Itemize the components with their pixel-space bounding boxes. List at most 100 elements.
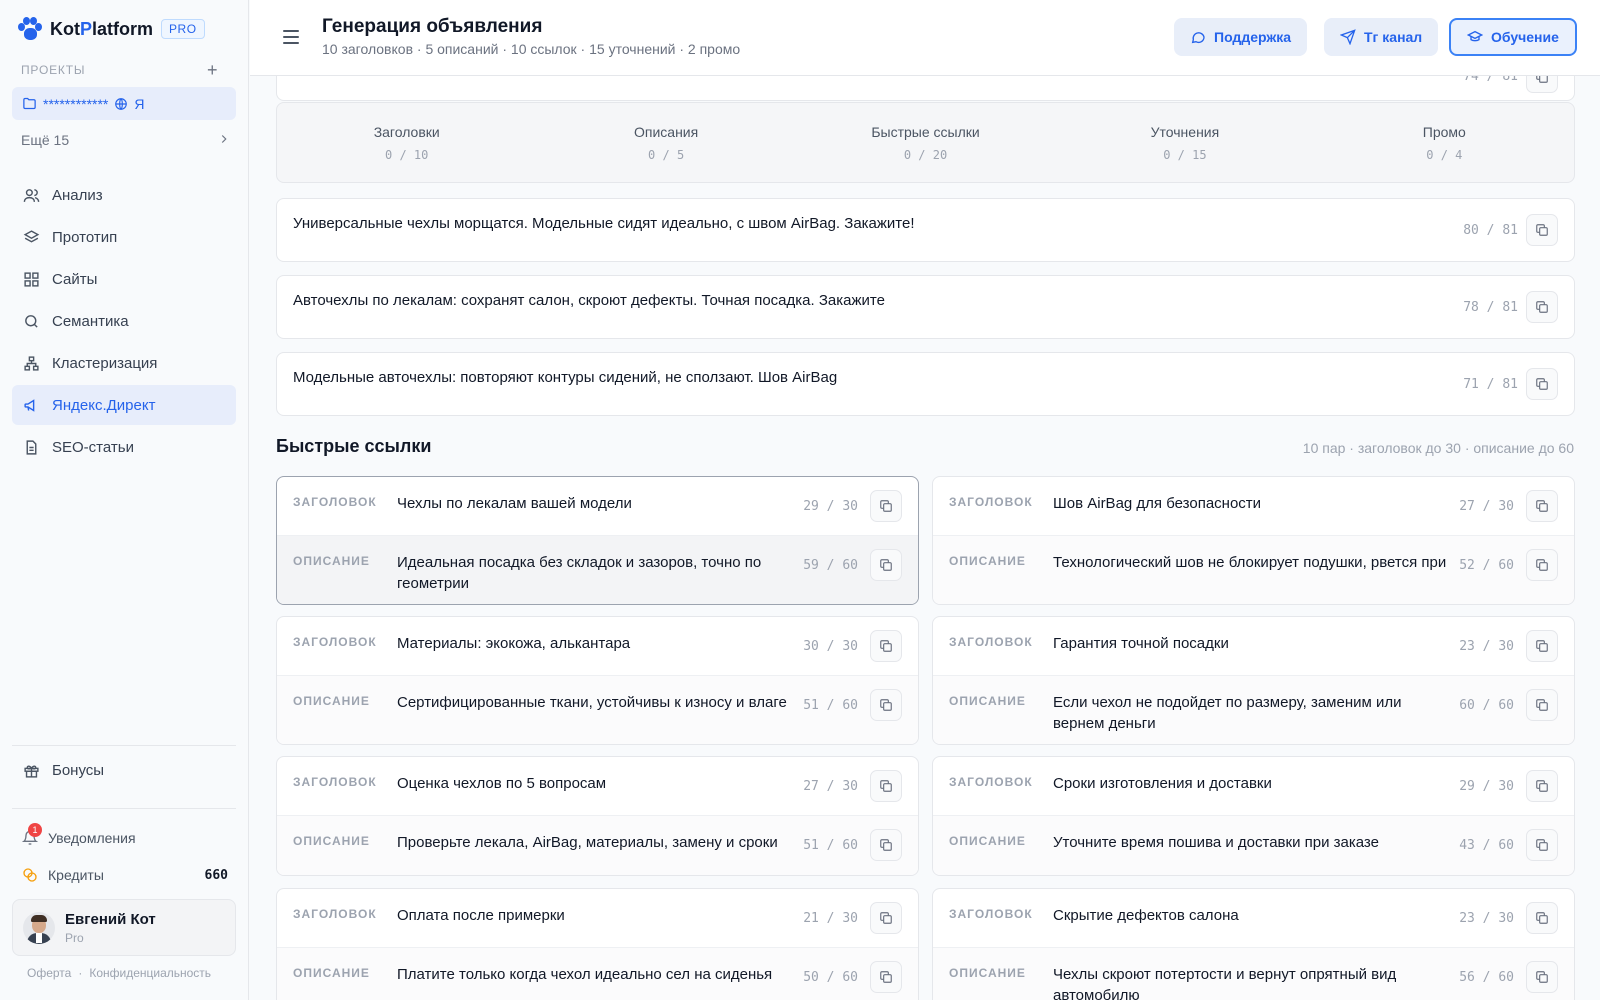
copy-icon: [880, 839, 892, 851]
copy-button[interactable]: [1526, 368, 1558, 400]
char-count: 78 / 81: [1463, 300, 1518, 315]
tab-sitelinks[interactable]: Быстрые ссылки 0 / 20: [796, 124, 1055, 162]
copy-icon: [1536, 301, 1548, 313]
sitelink-card[interactable]: ЗАГОЛОВОК Чехлы по лекалам вашей модели …: [276, 476, 919, 605]
copy-button[interactable]: [870, 961, 902, 993]
kind-label: ОПИСАНИЕ: [949, 554, 1026, 568]
telegram-button[interactable]: Тг канал: [1324, 18, 1439, 56]
partial-headline-card: 74 / 81: [276, 76, 1575, 101]
credits-row[interactable]: Кредиты 660: [22, 867, 228, 883]
tab-headlines[interactable]: Заголовки 0 / 10: [277, 124, 536, 162]
user-name: Евгений Кот: [65, 910, 156, 928]
notifications-link[interactable]: 1 Уведомления: [21, 823, 136, 846]
sitelink-card[interactable]: ЗАГОЛОВОК Гарантия точной посадки 23 / 3…: [932, 616, 1575, 745]
copy-button[interactable]: [870, 829, 902, 861]
nav-item-semantics[interactable]: Семантика: [12, 301, 236, 341]
sidebar: KotPlatform PRO ПРОЕКТЫ + ************ Я…: [0, 0, 249, 1000]
chat-icon: [1191, 32, 1205, 44]
copy-button[interactable]: [1526, 770, 1558, 802]
send-icon: [1340, 29, 1356, 45]
tab-promo[interactable]: Промо 0 / 4: [1315, 124, 1574, 162]
sitelink-title: Скрытие дефектов салона: [1053, 907, 1239, 924]
add-project-button[interactable]: +: [207, 60, 218, 81]
kind-label: ОПИСАНИЕ: [293, 694, 370, 708]
char-count: 21 / 30: [803, 911, 858, 926]
gift-icon: [24, 765, 39, 778]
notification-count-badge: 1: [28, 823, 42, 837]
bonus-link[interactable]: Бонусы: [23, 762, 104, 779]
offer-link[interactable]: Оферта: [27, 966, 71, 980]
copy-button[interactable]: [1526, 630, 1558, 662]
kind-label: ЗАГОЛОВОК: [949, 495, 1033, 509]
brand[interactable]: KotPlatform PRO: [18, 16, 205, 42]
sitelink-card[interactable]: ЗАГОЛОВОК Материалы: экокожа, алькантара…: [276, 616, 919, 745]
copy-button[interactable]: [1526, 961, 1558, 993]
char-count: 60 / 60: [1459, 698, 1514, 713]
sitelink-card[interactable]: ЗАГОЛОВОК Сроки изготовления и доставки …: [932, 756, 1575, 876]
nav-item-prototype[interactable]: Прототип: [12, 217, 236, 257]
menu-toggle-icon[interactable]: [283, 30, 299, 44]
tab-descriptions[interactable]: Описания 0 / 5: [536, 124, 795, 162]
copy-icon: [1536, 76, 1548, 83]
copy-button[interactable]: [1526, 291, 1558, 323]
copy-icon: [1536, 378, 1548, 390]
sitelink-description-row: ОПИСАНИЕ Проверьте лекала, AirBag, матер…: [277, 816, 918, 875]
page-subtitle: 10 заголовков · 5 описаний · 10 ссылок ·…: [322, 41, 741, 57]
copy-button[interactable]: [1526, 689, 1558, 721]
copy-button[interactable]: [1526, 549, 1558, 581]
sidebar-divider: [12, 808, 236, 809]
nav-item-clustering[interactable]: Кластеризация: [12, 343, 236, 383]
kind-label: ЗАГОЛОВОК: [293, 775, 377, 789]
sitelink-card[interactable]: ЗАГОЛОВОК Скрытие дефектов салона 23 / 3…: [932, 888, 1575, 1000]
privacy-link[interactable]: Конфиденциальность: [89, 966, 211, 980]
bell-icon: 1: [21, 823, 42, 846]
footer-separator: ·: [78, 966, 83, 980]
support-button[interactable]: Поддержка: [1174, 18, 1308, 56]
nav-item-analysis[interactable]: Анализ: [12, 175, 236, 215]
char-count: 52 / 60: [1459, 558, 1514, 573]
copy-button[interactable]: [1526, 76, 1558, 93]
user-card[interactable]: Евгений Кот Pro: [12, 899, 236, 956]
sitelink-card[interactable]: ЗАГОЛОВОК Шов AirBag для безопасности 27…: [932, 476, 1575, 605]
kind-label: ЗАГОЛОВОК: [293, 907, 377, 921]
brand-name: KotPlatform: [50, 18, 154, 39]
paw-logo-icon: [18, 17, 42, 41]
copy-icon: [1536, 699, 1548, 711]
nav-item-seo-articles[interactable]: SEO-статьи: [12, 427, 236, 467]
more-projects[interactable]: Ещё 15: [21, 132, 231, 148]
sitelink-title-row: ЗАГОЛОВОК Чехлы по лекалам вашей модели …: [277, 477, 918, 536]
copy-button[interactable]: [870, 770, 902, 802]
project-name: ************: [43, 95, 109, 112]
sitelink-title-row: ЗАГОЛОВОК Оплата после примерки 21 / 30: [277, 889, 918, 948]
copy-button[interactable]: [870, 689, 902, 721]
kind-label: ЗАГОЛОВОК: [293, 495, 377, 509]
sitelink-card[interactable]: ЗАГОЛОВОК Оценка чехлов по 5 вопросам 27…: [276, 756, 919, 876]
learning-button[interactable]: Обучение: [1449, 18, 1577, 56]
copy-button[interactable]: [1526, 902, 1558, 934]
copy-button[interactable]: [1526, 214, 1558, 246]
sitelink-description: Чехлы скроют потертости и вернут опрятны…: [1053, 966, 1397, 1000]
sitelink-title-row: ЗАГОЛОВОК Шов AirBag для безопасности 27…: [933, 477, 1574, 536]
copy-icon: [1536, 500, 1548, 512]
copy-button[interactable]: [870, 549, 902, 581]
char-count: 80 / 81: [1463, 223, 1518, 238]
footer-links: Оферта · Конфиденциальность: [27, 966, 211, 980]
project-selector[interactable]: ************ Я: [12, 87, 236, 120]
nav-item-yandex-direct[interactable]: Яндекс.Директ: [12, 385, 236, 425]
tab-callouts[interactable]: Уточнения 0 / 15: [1055, 124, 1314, 162]
kind-label: ОПИСАНИЕ: [293, 966, 370, 980]
main-content: 74 / 81 Заголовки 0 / 10 Описания 0 / 5 …: [250, 76, 1600, 1000]
copy-button[interactable]: [870, 630, 902, 662]
copy-button[interactable]: [1526, 490, 1558, 522]
char-count: 56 / 60: [1459, 970, 1514, 985]
char-count: 51 / 60: [803, 838, 858, 853]
sitelink-title-row: ЗАГОЛОВОК Сроки изготовления и доставки …: [933, 757, 1574, 816]
char-count: 71 / 81: [1463, 377, 1518, 392]
copy-button[interactable]: [870, 902, 902, 934]
char-count: 51 / 60: [803, 698, 858, 713]
copy-icon: [880, 640, 892, 652]
sitelink-card[interactable]: ЗАГОЛОВОК Оплата после примерки 21 / 30 …: [276, 888, 919, 1000]
copy-button[interactable]: [1526, 829, 1558, 861]
nav-item-sites[interactable]: Сайты: [12, 259, 236, 299]
copy-button[interactable]: [870, 490, 902, 522]
